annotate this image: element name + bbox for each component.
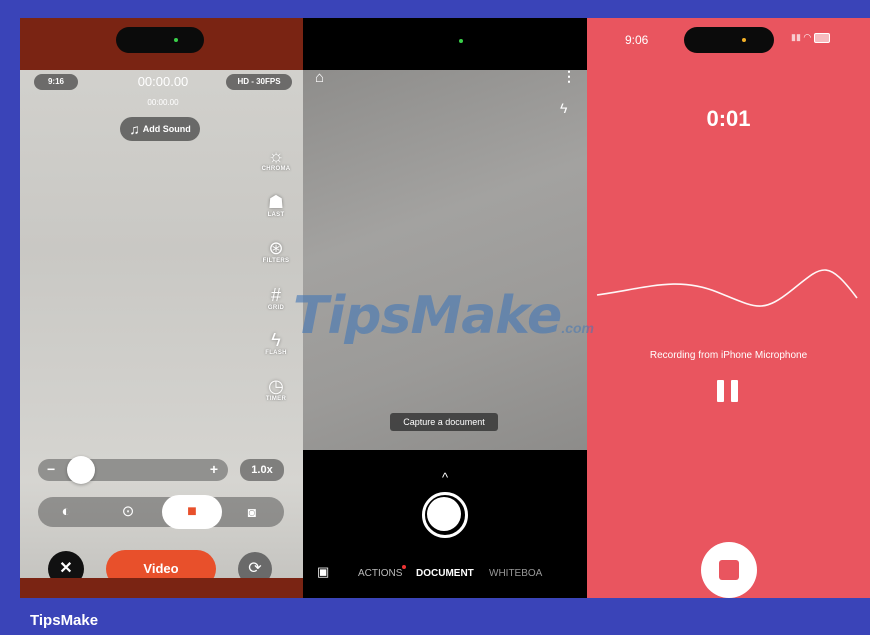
stop-icon	[719, 560, 739, 580]
shutter-inner	[427, 497, 461, 531]
pause-icon-bar	[731, 380, 738, 402]
zoom-slider[interactable]: − +	[38, 456, 228, 484]
flash-auto-button[interactable]: ϟ	[560, 100, 567, 116]
more-vertical-icon: ⋮	[562, 68, 576, 84]
dynamic-island	[116, 27, 204, 53]
grid-icon: #	[270, 285, 281, 305]
side-tool-label: FILTERS	[262, 258, 290, 264]
battery-icon	[813, 32, 830, 43]
side-tool-flash[interactable]: ϟ FLASH	[256, 330, 296, 356]
flash-icon: ϟ	[271, 330, 281, 350]
footer-caption: TipsMake	[30, 612, 99, 629]
zoom-minus-button[interactable]: −	[47, 461, 55, 477]
timelapse-mode-button[interactable]: ⊙	[118, 502, 138, 522]
side-tool-grid[interactable]: # GRID	[256, 285, 296, 311]
mode-tab-label: ACTIONS	[358, 568, 403, 579]
elapsed-time: 0:01	[706, 106, 751, 131]
sub-timer: 00:00.00	[147, 98, 179, 107]
capture-tooltip: Capture a document	[390, 413, 498, 431]
zoom-slider-knob[interactable]	[67, 456, 95, 484]
side-tool-label: FLASH	[265, 350, 287, 356]
home-button[interactable]: ⌂	[315, 69, 324, 86]
status-time: 9:16	[34, 74, 78, 90]
audio-waveform	[596, 269, 858, 307]
music-note-icon: ♫	[129, 121, 140, 137]
side-tool-label: TIMER	[265, 396, 287, 402]
side-tool-label: CHROMA	[261, 166, 291, 172]
recording-source-label: Recording from iPhone Microphone	[649, 350, 808, 361]
mode-tab-actions[interactable]: ACTIONS	[358, 565, 407, 579]
close-icon: ✕	[59, 560, 73, 577]
filters-icon: ⊛	[268, 238, 284, 258]
signal-icon: ▮▮	[791, 32, 801, 42]
gallery-button[interactable]: ▣	[317, 564, 329, 580]
recording-timer: 00:00.00	[137, 74, 189, 89]
flip-camera-icon: ⟳	[248, 560, 262, 577]
zoom-plus-button[interactable]: +	[210, 461, 218, 477]
watermark: TipsMake.com	[293, 286, 594, 346]
timelapse-icon: ⊙	[121, 503, 135, 520]
mode-tab-whiteboard[interactable]: WHITEBOA	[489, 568, 542, 579]
status-time: 9:06	[625, 33, 649, 47]
quality-badge[interactable]: HD - 30FPS	[226, 74, 292, 90]
watermark-logo: TipsMake	[293, 286, 562, 346]
pause-icon	[717, 380, 724, 402]
side-tool-chroma[interactable]: ☼ CHROMA	[256, 146, 296, 172]
flash-auto-icon: ϟ	[560, 100, 568, 116]
video-camera-screen: 9:16 00:00.00 HD - 30FPS 00:00.00 ♫ Add …	[20, 18, 303, 598]
pause-button[interactable]	[713, 377, 743, 407]
gallery-icon: ▣	[317, 564, 330, 579]
add-sound-label: Add Sound	[142, 124, 191, 134]
timer-icon: ◷	[268, 376, 284, 396]
shutter-button[interactable]	[422, 492, 468, 538]
slow-motion-mode-button[interactable]: ◐	[56, 502, 76, 522]
side-tool-label: LAST	[267, 212, 285, 218]
chroma-icon: ☼	[267, 146, 285, 166]
add-sound-button[interactable]: ♫ Add Sound	[120, 117, 200, 141]
side-tool-timer[interactable]: ◷ TIMER	[256, 376, 296, 402]
side-tool-last[interactable]: ☗ LAST	[256, 192, 296, 218]
video-mode-button[interactable]: ■	[162, 495, 222, 529]
slow-motion-icon: ◐	[61, 503, 71, 520]
voice-recorder-screen: 9:06 ▮▮ ◠ 0:01 Recording from iPhone Mic…	[587, 18, 870, 598]
stop-button[interactable]	[701, 542, 757, 598]
side-tool-label: GRID	[267, 305, 285, 311]
dynamic-island	[684, 27, 774, 53]
video-camera-icon: ■	[187, 503, 197, 520]
side-tool-filters[interactable]: ⊛ FILTERS	[256, 238, 296, 264]
status-icons: ▮▮ ◠	[791, 32, 830, 43]
more-options-button[interactable]: ⋮	[562, 68, 576, 85]
camera-indicator-dot	[459, 39, 463, 43]
expand-chevron-button[interactable]: ^	[437, 470, 453, 485]
notification-dot	[402, 565, 407, 569]
capture-mode-bar: ◐ ⊙ ■ ◙	[38, 495, 284, 529]
screenshot-frame: 9:16 00:00.00 HD - 30FPS 00:00.00 ♫ Add …	[0, 0, 870, 635]
wifi-icon: ◠	[803, 32, 812, 42]
mode-tab-document[interactable]: DOCUMENT	[416, 568, 474, 579]
ghost-icon: ☗	[267, 192, 285, 212]
camera-bottom-bar	[20, 578, 303, 598]
camera-icon: ◙	[247, 504, 257, 520]
camera-viewfinder	[303, 70, 587, 450]
photo-mode-button[interactable]: ◙	[242, 502, 262, 522]
home-icon: ⌂	[315, 69, 325, 86]
zoom-level-badge[interactable]: 1.0x	[240, 459, 284, 481]
watermark-suffix: .com	[561, 320, 594, 336]
